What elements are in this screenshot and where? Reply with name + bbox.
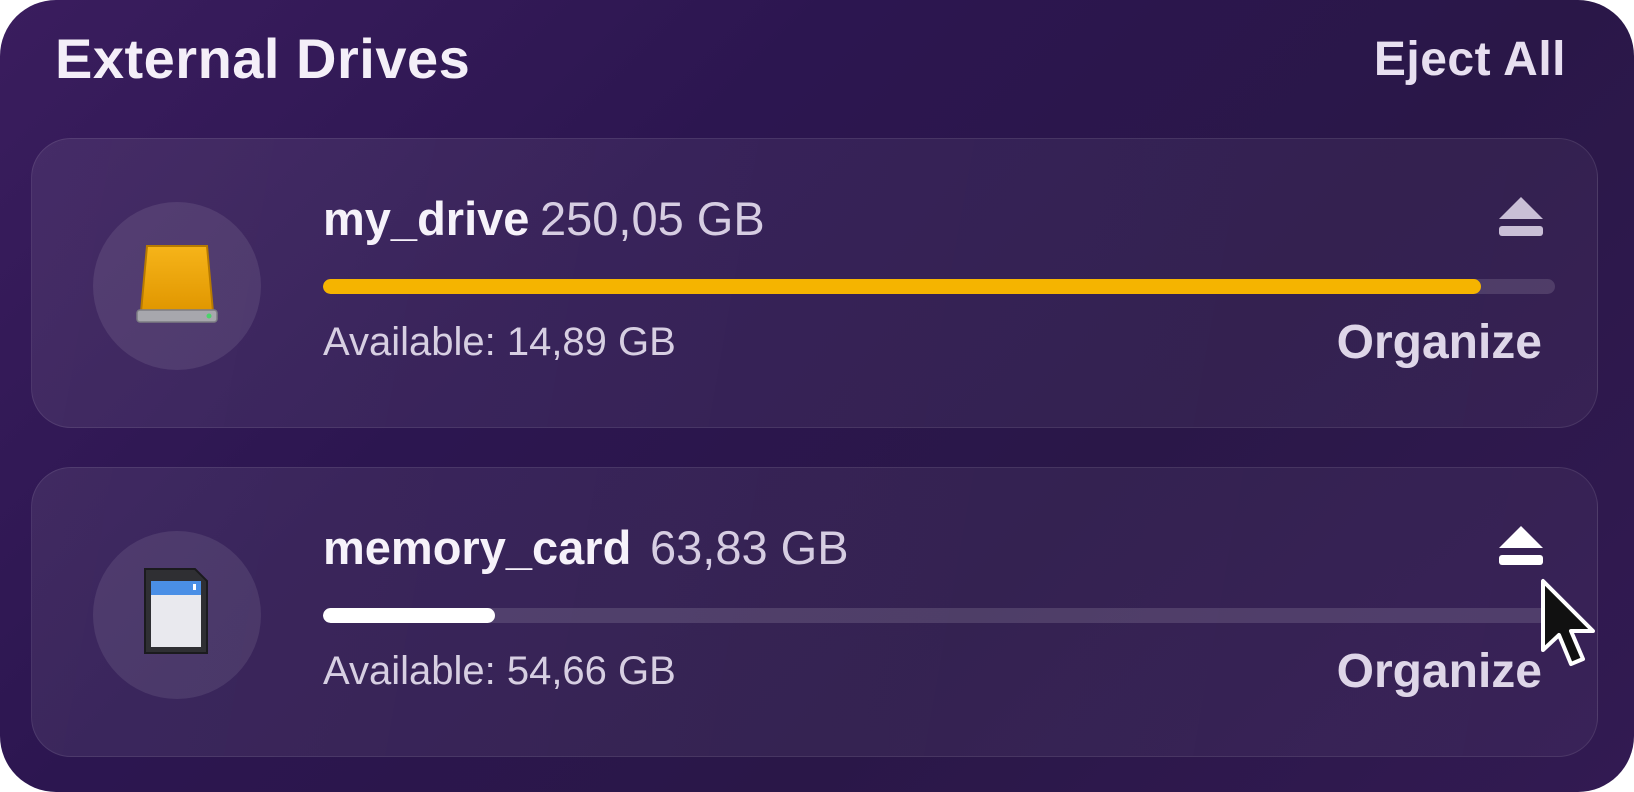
external-drives-panel: External Drives Eject All my_drive 250,0… <box>0 0 1634 792</box>
hard-drive-icon <box>136 245 218 323</box>
available-space-label: Available: 54,66 GB <box>323 649 676 693</box>
drive-card-memory-card: memory_card 63,83 GB Available: 54,66 GB… <box>31 467 1598 757</box>
storage-usage-fill <box>323 279 1482 294</box>
drive-icon-container <box>93 531 261 699</box>
available-space-label: Available: 14,89 GB <box>323 320 676 364</box>
storage-usage-bar <box>323 608 1555 623</box>
eject-drive-button[interactable] <box>1497 526 1545 570</box>
panel-title: External Drives <box>55 27 471 90</box>
eject-icon <box>1499 526 1543 548</box>
sd-card-icon <box>144 568 208 654</box>
drive-name: my_drive <box>323 192 530 245</box>
eject-icon <box>1499 197 1543 219</box>
storage-usage-fill <box>323 608 496 623</box>
mouse-pointer-icon <box>1541 579 1595 666</box>
organize-button[interactable]: Organize <box>1337 644 1542 699</box>
drive-card-my-drive: my_drive 250,05 GB Available: 14,89 GB O… <box>31 138 1598 428</box>
drive-capacity: 63,83 GB <box>650 521 849 574</box>
storage-usage-bar <box>323 279 1555 294</box>
eject-all-button[interactable]: Eject All <box>1374 32 1566 87</box>
organize-button[interactable]: Organize <box>1337 315 1542 370</box>
drive-icon-container <box>93 202 261 370</box>
eject-drive-button[interactable] <box>1497 197 1545 241</box>
drive-name: memory_card <box>323 521 632 574</box>
drive-capacity: 250,05 GB <box>540 192 765 245</box>
